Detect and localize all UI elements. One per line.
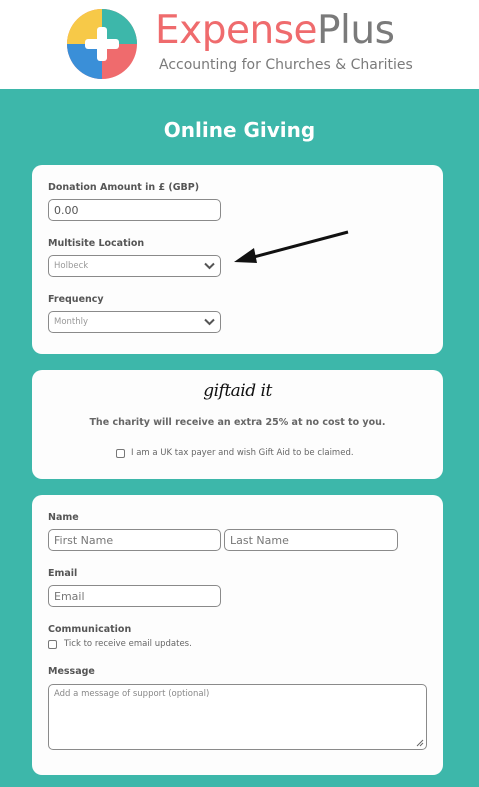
name-label: Name: [48, 512, 79, 523]
frequency-select[interactable]: Monthly: [48, 311, 221, 333]
chevron-down-icon: [204, 318, 215, 326]
frequency-select-value: Monthly: [54, 317, 89, 327]
message-textarea[interactable]: Add a message of support (optional): [48, 684, 427, 750]
email-input[interactable]: Email: [48, 585, 221, 607]
giftaid-card: giftaid it The charity will receive an e…: [32, 370, 443, 479]
contact-card: Name First Name Last Name Email Email Co…: [32, 495, 443, 775]
expenseplus-logo-icon: [67, 9, 137, 79]
brand-name-part1: Expense: [155, 8, 318, 53]
giftaid-checkbox-label: I am a UK tax payer and wish Gift Aid to…: [131, 448, 354, 458]
giftaid-logo: giftaid it: [203, 381, 272, 401]
amount-input[interactable]: 0.00: [48, 199, 221, 221]
email-label: Email: [48, 568, 78, 579]
frequency-label: Frequency: [48, 294, 104, 305]
location-label: Multisite Location: [48, 238, 145, 249]
arrow-annotation-icon: [234, 230, 349, 263]
giftaid-checkbox[interactable]: [116, 449, 125, 458]
email-updates-checkbox-label: Tick to receive email updates.: [64, 639, 192, 649]
email-updates-checkbox[interactable]: [48, 640, 57, 649]
message-label: Message: [48, 666, 95, 677]
resize-grip-icon[interactable]: [416, 739, 424, 747]
page-title: Online Giving: [163, 118, 316, 142]
chevron-down-icon: [204, 262, 215, 270]
donation-card: Donation Amount in £ (GBP) 0.00 Multisit…: [32, 165, 443, 354]
first-name-input[interactable]: First Name: [48, 529, 221, 551]
location-select-value: Holbeck: [54, 261, 89, 271]
amount-label: Donation Amount in £ (GBP): [48, 182, 200, 193]
site-header: ExpensePlus Accounting for Churches & Ch…: [0, 0, 479, 89]
brand-name-part2: Plus: [317, 8, 395, 53]
giftaid-message: The charity will receive an extra 25% at…: [89, 417, 386, 428]
brand-name: ExpensePlus: [155, 7, 395, 55]
location-select[interactable]: Holbeck: [48, 255, 221, 277]
last-name-input[interactable]: Last Name: [224, 529, 398, 551]
brand-tagline: Accounting for Churches & Charities: [159, 57, 413, 73]
communication-label: Communication: [48, 624, 132, 635]
message-placeholder: Add a message of support (optional): [54, 689, 210, 699]
